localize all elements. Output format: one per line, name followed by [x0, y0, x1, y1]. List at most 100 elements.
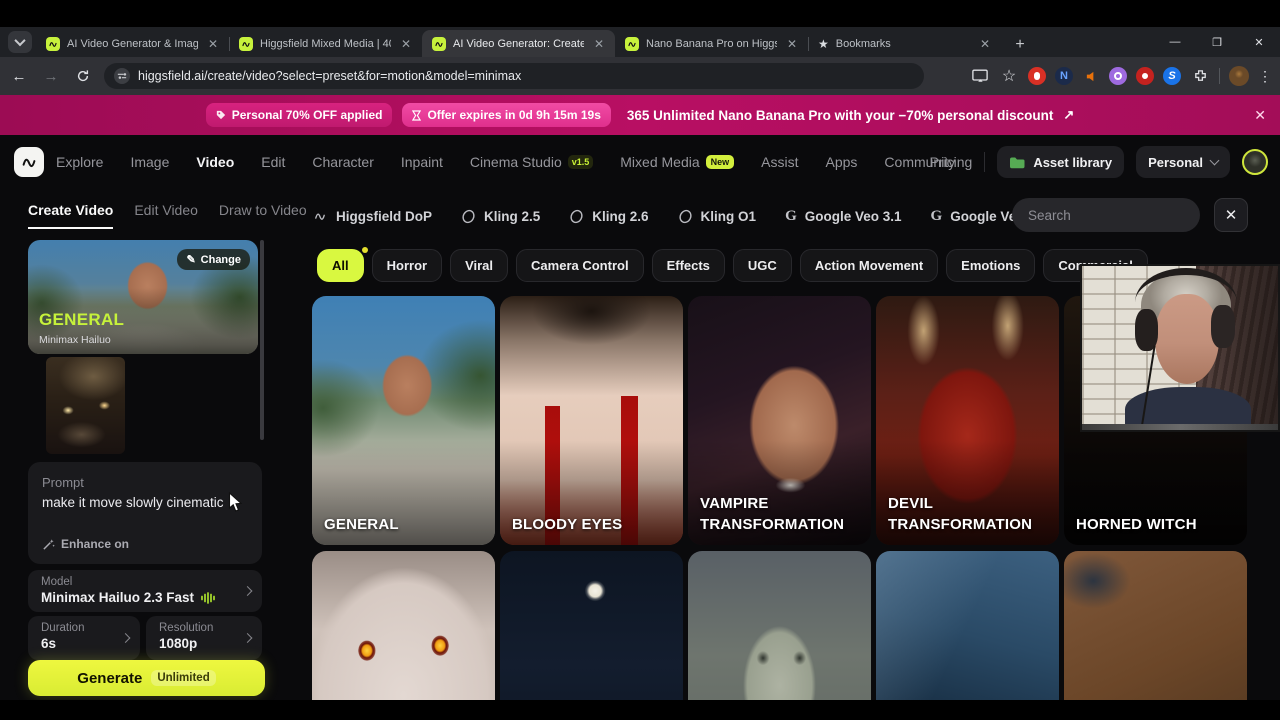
- folder-icon: [1010, 157, 1025, 168]
- preset-card[interactable]: [500, 551, 683, 720]
- filter-chip-horror[interactable]: Horror: [371, 249, 443, 282]
- browser-tab[interactable]: Nano Banana Pro on Higgsfield ✕: [615, 30, 809, 57]
- nav-item-apps[interactable]: Apps: [826, 154, 858, 170]
- site-info-icon[interactable]: [114, 68, 130, 84]
- chevron-right-icon: [120, 633, 131, 643]
- nav-item-explore[interactable]: Explore: [56, 154, 103, 170]
- higgsfield-logo[interactable]: [14, 147, 44, 177]
- banner-message[interactable]: 365 Unlimited Nano Banana Pro with your …: [627, 108, 1053, 123]
- filter-chip-viral[interactable]: Viral: [450, 249, 509, 282]
- filter-chip-ugc[interactable]: UGC: [732, 249, 792, 282]
- browser-menu-icon[interactable]: ⋮: [1258, 68, 1272, 85]
- nav-divider: [984, 152, 986, 172]
- reload-button[interactable]: [70, 63, 96, 89]
- user-avatar[interactable]: [1242, 149, 1268, 175]
- preset-card-general[interactable]: GENERAL: [312, 296, 495, 545]
- nav-item-pricing[interactable]: Pricing: [930, 154, 973, 170]
- extension-icon[interactable]: S: [1163, 67, 1181, 85]
- browser-profile-avatar[interactable]: [1229, 66, 1249, 86]
- tab-close-icon[interactable]: ✕: [977, 36, 993, 52]
- preset-card[interactable]: [876, 551, 1059, 720]
- prompt-panel[interactable]: Prompt make it move slowly cinematic Enh…: [28, 462, 262, 564]
- tab-create-video[interactable]: Create Video: [28, 202, 114, 229]
- extensions-puzzle-icon[interactable]: [1190, 66, 1210, 86]
- back-button[interactable]: ←: [6, 63, 32, 89]
- model-tab-kling-26[interactable]: Kling 2.6: [569, 209, 649, 224]
- extension-icon[interactable]: [1136, 67, 1154, 85]
- sidebar-scrollbar[interactable]: [260, 240, 264, 440]
- nav-item-assist[interactable]: Assist: [761, 154, 798, 170]
- browser-tab[interactable]: Higgsfield Mixed Media | 40+ A ✕: [229, 30, 422, 57]
- close-panel-button[interactable]: ✕: [1214, 198, 1248, 232]
- extension-icon[interactable]: [1109, 67, 1127, 85]
- restore-button[interactable]: ❐: [1196, 27, 1238, 57]
- nav-item-character[interactable]: Character: [312, 154, 373, 170]
- browser-tab-active[interactable]: AI Video Generator: Create stun ✕: [422, 30, 615, 57]
- tab-edit-video[interactable]: Edit Video: [134, 202, 198, 229]
- browser-tab-bookmarks[interactable]: ★ Bookmarks ✕: [808, 30, 1001, 57]
- tab-close-icon[interactable]: ✕: [591, 36, 607, 52]
- nav-item-inpaint[interactable]: Inpaint: [401, 154, 443, 170]
- chevron-right-icon: [242, 586, 253, 596]
- nav-item-mixed-media[interactable]: Mixed Media New: [620, 154, 735, 170]
- search-input[interactable]: [1012, 198, 1200, 232]
- nav-item-edit[interactable]: Edit: [261, 154, 285, 170]
- close-window-button[interactable]: ✕: [1238, 27, 1280, 57]
- preset-card-bloody-eyes[interactable]: BLOODY EYES: [500, 296, 683, 545]
- star-icon: ★: [818, 36, 829, 51]
- model-value: Minimax Hailuo 2.3 Fast: [41, 590, 195, 605]
- extension-icon[interactable]: [1028, 67, 1046, 85]
- forward-button[interactable]: →: [38, 63, 64, 89]
- webcam-person-face: [1154, 293, 1220, 385]
- bookmark-star-icon[interactable]: ☆: [999, 66, 1019, 86]
- account-selector[interactable]: Personal: [1136, 146, 1230, 178]
- cast-icon[interactable]: [970, 66, 990, 86]
- promo-banner: Personal 70% OFF applied Offer expires i…: [0, 95, 1280, 135]
- nav-item-cinema-studio[interactable]: Cinema Studio v1.5: [470, 154, 594, 170]
- url-bar[interactable]: higgsfield.ai/create/video?select=preset…: [104, 63, 924, 89]
- filter-chip-all[interactable]: All: [317, 247, 368, 282]
- tab-search-button[interactable]: [8, 31, 32, 53]
- preset-card[interactable]: [1064, 551, 1247, 720]
- prompt-text[interactable]: make it move slowly cinematic: [42, 495, 224, 510]
- change-preset-button[interactable]: ✎ Change: [177, 249, 250, 270]
- duration-label: Duration: [41, 622, 85, 634]
- model-tab-higgsfield-dop[interactable]: Higgsfield DoP: [312, 209, 432, 224]
- discount-applied-text: Personal 70% OFF applied: [231, 108, 383, 122]
- filter-chip-action-movement[interactable]: Action Movement: [799, 249, 939, 282]
- filter-chip-camera-control[interactable]: Camera Control: [516, 249, 644, 282]
- nav-item-video[interactable]: Video: [196, 154, 234, 170]
- tab-draw-to-video[interactable]: Draw to Video: [219, 202, 307, 229]
- browser-tab[interactable]: AI Video Generator & Image Ge ✕: [36, 30, 230, 57]
- model-tab-kling-25[interactable]: Kling 2.5: [461, 209, 540, 224]
- asset-library-button[interactable]: Asset library: [997, 146, 1125, 178]
- model-tab-veo-31[interactable]: G Google Veo 3.1: [785, 208, 901, 225]
- tab-close-icon[interactable]: ✕: [398, 36, 414, 52]
- input-image-thumbnail[interactable]: [46, 357, 125, 454]
- preset-card[interactable]: [688, 551, 871, 720]
- model-selector[interactable]: Model Minimax Hailuo 2.3 Fast: [28, 570, 262, 612]
- generate-button[interactable]: Generate Unlimited: [28, 660, 265, 696]
- nav-item-image[interactable]: Image: [130, 154, 169, 170]
- preset-card[interactable]: [312, 551, 495, 720]
- banner-close-icon[interactable]: ✕: [1254, 107, 1266, 124]
- preset-card-vampire-transformation[interactable]: VAMPIRE TRANSFORMATION: [688, 296, 871, 545]
- arrow-up-right-icon[interactable]: ↗: [1063, 107, 1074, 123]
- resolution-selector[interactable]: Resolution 1080p: [146, 616, 262, 660]
- extension-icon[interactable]: [1082, 67, 1100, 85]
- model-tab-kling-o1[interactable]: Kling O1: [678, 209, 756, 224]
- preset-card-devil-transformation[interactable]: DEVIL TRANSFORMATION: [876, 296, 1059, 545]
- new-badge: New: [705, 155, 735, 169]
- enhance-toggle[interactable]: Enhance on: [42, 537, 129, 551]
- extension-icon[interactable]: N: [1055, 67, 1073, 85]
- tab-close-icon[interactable]: ✕: [205, 36, 221, 52]
- selected-preset-preview[interactable]: ✎ Change GENERAL Minimax Hailuo: [28, 240, 258, 354]
- tab-close-icon[interactable]: ✕: [784, 36, 800, 52]
- minimize-button[interactable]: —: [1154, 27, 1196, 57]
- filter-chip-effects[interactable]: Effects: [651, 249, 725, 282]
- duration-selector[interactable]: Duration 6s: [28, 616, 140, 660]
- new-tab-button[interactable]: +: [1008, 33, 1032, 57]
- resolution-label: Resolution: [159, 622, 214, 634]
- filter-chip-emotions[interactable]: Emotions: [946, 249, 1036, 282]
- browser-tabstrip: AI Video Generator & Image Ge ✕ Higgsfie…: [0, 27, 1280, 57]
